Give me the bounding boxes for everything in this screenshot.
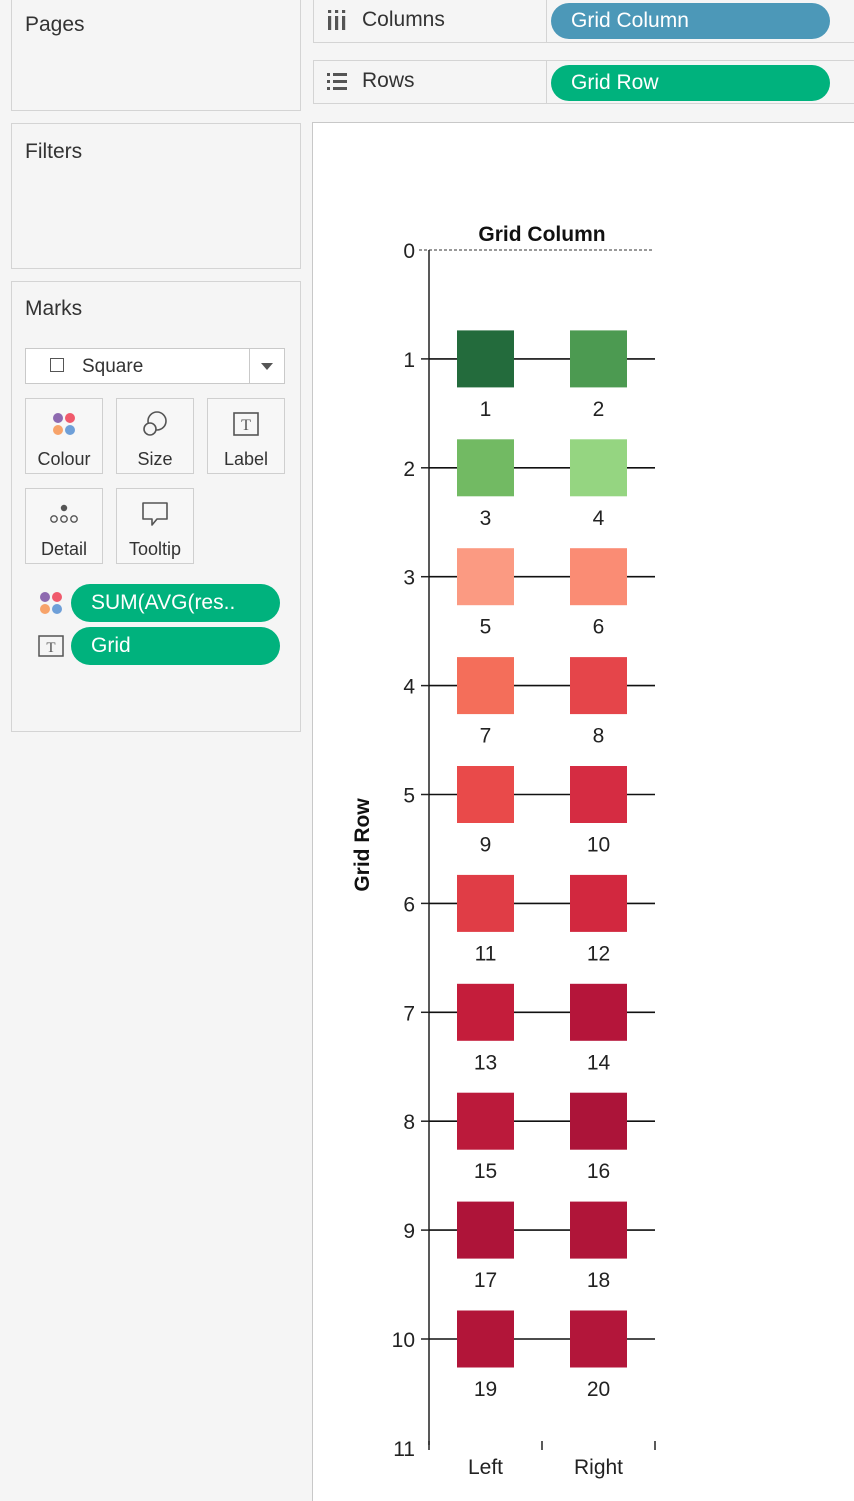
grid-row-pill[interactable]: Grid Row <box>551 65 830 101</box>
grid-cell-square <box>457 1310 514 1368</box>
size-label: Size <box>137 449 173 469</box>
filters-title: Filters <box>25 140 83 163</box>
grid-cell-label: 7 <box>480 725 492 748</box>
size-icon <box>143 411 167 436</box>
grid-cell-label: 18 <box>587 1269 610 1292</box>
chevron-down-icon[interactable] <box>249 349 284 383</box>
y-tick-label: 8 <box>403 1111 415 1134</box>
y-tick-label: 11 <box>393 1438 415 1461</box>
grid-cell-square <box>570 1310 627 1368</box>
rows-label: Rows <box>362 69 415 92</box>
columns-icon <box>328 10 346 30</box>
grid-cell-label: 14 <box>587 1051 611 1074</box>
grid-cell-label: 1 <box>480 398 492 421</box>
y-tick-label: 7 <box>403 1002 415 1025</box>
rows-icon <box>327 73 347 90</box>
grid-cell-label: 16 <box>587 1160 610 1183</box>
grid-cell-square <box>457 983 514 1041</box>
grid-cell-square <box>570 766 627 823</box>
grid-cell-square <box>570 548 627 606</box>
grid-cell-square <box>570 874 627 932</box>
columns-label: Columns <box>362 8 445 31</box>
marks-title-text: Marks <box>25 297 83 320</box>
grid-cell-square <box>570 983 627 1041</box>
y-tick-label: 4 <box>403 676 415 699</box>
grid-cell-label: 12 <box>587 942 610 965</box>
grid-cell-label: 6 <box>593 616 605 639</box>
grid-cell-square <box>457 548 514 606</box>
grid-cell-square <box>570 1092 627 1150</box>
tooltip-icon <box>142 502 168 526</box>
grid-cell-label: 5 <box>480 616 492 639</box>
y-tick-label: 9 <box>403 1220 415 1243</box>
y-tick-label: 3 <box>403 567 415 590</box>
grid-column-pill[interactable]: Grid Column <box>551 3 830 39</box>
y-tick-label: 6 <box>403 893 415 916</box>
grid-cell-square <box>457 657 514 715</box>
grid-cell-label: 17 <box>474 1269 497 1292</box>
pages-title: Pages <box>25 13 85 36</box>
filters-card[interactable]: Filters <box>11 123 301 269</box>
grid-cell-label: 19 <box>474 1378 497 1401</box>
grid-cell-label: 8 <box>593 725 605 748</box>
detail-label: Detail <box>40 539 88 559</box>
y-tick-label: 5 <box>403 785 415 808</box>
grid-cell-square <box>457 330 514 388</box>
pages-card[interactable]: Pages <box>11 0 301 111</box>
text-label-icon: T <box>233 412 259 436</box>
grid-cell-label: 15 <box>474 1160 497 1183</box>
size-button[interactable]: Size <box>116 398 194 474</box>
chart-view[interactable]: Grid Column 0 1 2 3 4 5 6 7 8 9 10 11 Grid Row 1 2 3 4 5 6 7… <box>312 122 854 1501</box>
grid-cell-square <box>570 330 627 388</box>
grid-cell-label: 3 <box>480 507 492 530</box>
grid-cell-square <box>457 874 514 932</box>
grid-cell-square <box>457 766 514 823</box>
grid-cell-label: 20 <box>587 1378 610 1401</box>
mark-type-label: Square <box>82 356 144 377</box>
rows-shelf[interactable]: Rows Grid Row <box>313 60 854 104</box>
y-tick-label: 10 <box>392 1329 415 1352</box>
grid-cell-label: 10 <box>587 834 610 857</box>
tooltip-button[interactable]: Tooltip <box>116 488 194 564</box>
label-field-icon: T <box>38 635 64 657</box>
label-field-pill[interactable]: Grid <box>71 627 280 665</box>
colour-button[interactable]: Colour <box>25 398 103 474</box>
mark-type-dropdown[interactable]: Square <box>25 348 285 384</box>
y-axis-title: Grid Row <box>351 798 374 892</box>
y-tick-label: 1 <box>403 349 415 372</box>
chart-title: Grid Column <box>478 223 605 246</box>
shelf-divider <box>546 61 547 103</box>
grid-cell-label: 9 <box>480 834 492 857</box>
grid-cell-square <box>457 439 514 497</box>
x-tick-label: Left <box>468 1456 503 1479</box>
columns-shelf[interactable]: Columns Grid Column <box>313 0 854 43</box>
detail-button[interactable]: Detail <box>25 488 103 564</box>
detail-icon <box>50 504 78 523</box>
grid-cell-label: 4 <box>593 507 605 530</box>
colour-field-pill[interactable]: SUM(AVG(res.. <box>71 584 280 622</box>
grid-cell-label: 13 <box>474 1051 497 1074</box>
colour-field-icon <box>40 592 62 614</box>
label-button[interactable]: T Label <box>207 398 285 474</box>
y-tick-label: 0 <box>403 240 415 263</box>
grid-cell-square <box>570 657 627 715</box>
x-tick-label: Right <box>574 1456 623 1479</box>
grid-cell-label: 11 <box>475 942 497 965</box>
shelf-divider <box>546 0 547 42</box>
label-label: Label <box>223 449 269 469</box>
colour-label: Colour <box>37 449 91 469</box>
marks-card: Marks Square Colour Size T Label Detail … <box>11 281 301 732</box>
grid-chart: Grid Column01234567891011Grid Row1 23 45 67… <box>351 223 656 1479</box>
svg-text:T: T <box>46 640 55 656</box>
y-tick-label: 2 <box>403 458 415 481</box>
tooltip-label: Tooltip <box>128 539 182 559</box>
grid-cell-square <box>570 439 627 497</box>
grid-cell-label: 2 <box>593 398 605 421</box>
grid-cell-square <box>457 1201 514 1259</box>
svg-text:T: T <box>241 417 251 434</box>
grid-cell-square <box>570 1201 627 1259</box>
colour-icon <box>53 413 75 435</box>
grid-cell-square <box>457 1092 514 1150</box>
square-icon <box>50 358 64 372</box>
